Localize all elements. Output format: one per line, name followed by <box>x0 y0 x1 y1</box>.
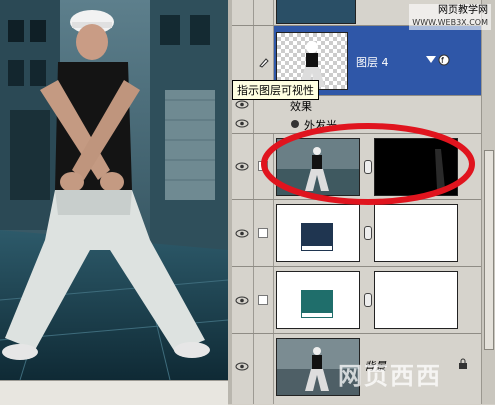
brush-icon <box>259 58 269 68</box>
link-checkbox[interactable] <box>258 295 268 305</box>
eye-icon[interactable] <box>235 162 249 171</box>
scrollbar-thumb[interactable] <box>484 150 494 350</box>
visibility-column[interactable] <box>232 267 254 333</box>
link-column[interactable] <box>254 267 274 333</box>
link-column[interactable] <box>254 0 274 25</box>
layer-row-navy-fill[interactable]: ... <box>232 200 495 267</box>
eye-icon[interactable] <box>235 296 249 305</box>
visibility-column[interactable] <box>232 200 254 266</box>
visibility-column[interactable] <box>232 0 254 25</box>
fx-icon: f <box>438 54 450 66</box>
eye-icon[interactable] <box>235 229 249 238</box>
visibility-column[interactable] <box>232 334 254 404</box>
fill-thumbnail-teal <box>276 271 360 329</box>
watermark-line1: 网页教学网 <box>438 5 488 16</box>
link-checkbox[interactable] <box>258 228 268 238</box>
effects-label: 效果 <box>290 100 312 113</box>
site-watermark: 网页教学网 WWW.WEB3X.COM <box>409 4 491 30</box>
eye-icon[interactable] <box>235 100 249 109</box>
eye-icon[interactable] <box>235 119 249 128</box>
layers-scrollbar[interactable] <box>481 0 495 404</box>
canvas-image <box>0 0 228 380</box>
corner-watermark: 网页西西 <box>338 361 442 390</box>
navy-swatch <box>301 223 333 245</box>
visibility-tooltip: 指示图层可视性 <box>232 80 319 100</box>
swatch-slider <box>301 312 333 318</box>
layer-row-teal-fill[interactable]: ... <box>232 267 495 334</box>
swatch-slider <box>301 245 333 251</box>
visibility-column[interactable] <box>232 114 254 133</box>
fill-thumbnail-navy <box>276 204 360 262</box>
watermark-line2: WWW.WEB3X.COM <box>412 18 488 27</box>
eye-icon[interactable] <box>235 362 249 371</box>
chain-link-icon[interactable] <box>364 293 372 307</box>
layers-panel: 图层 4 f 效果 外发光 背景 <box>232 0 495 404</box>
layer-thumbnail <box>276 0 356 24</box>
chain-link-icon[interactable] <box>364 226 372 240</box>
mask-thumbnail <box>374 271 458 329</box>
canvas-status-strip <box>0 380 228 405</box>
visibility-column[interactable] <box>232 134 254 199</box>
annotation-highlight <box>261 123 475 205</box>
teal-swatch <box>301 290 333 312</box>
layer4-name[interactable]: 图层 4 <box>356 54 389 70</box>
link-column[interactable] <box>254 334 274 404</box>
chevron-down-icon[interactable] <box>426 56 436 64</box>
svg-text:f: f <box>441 56 444 65</box>
mask-thumbnail <box>374 204 458 262</box>
lock-icon <box>459 358 467 369</box>
